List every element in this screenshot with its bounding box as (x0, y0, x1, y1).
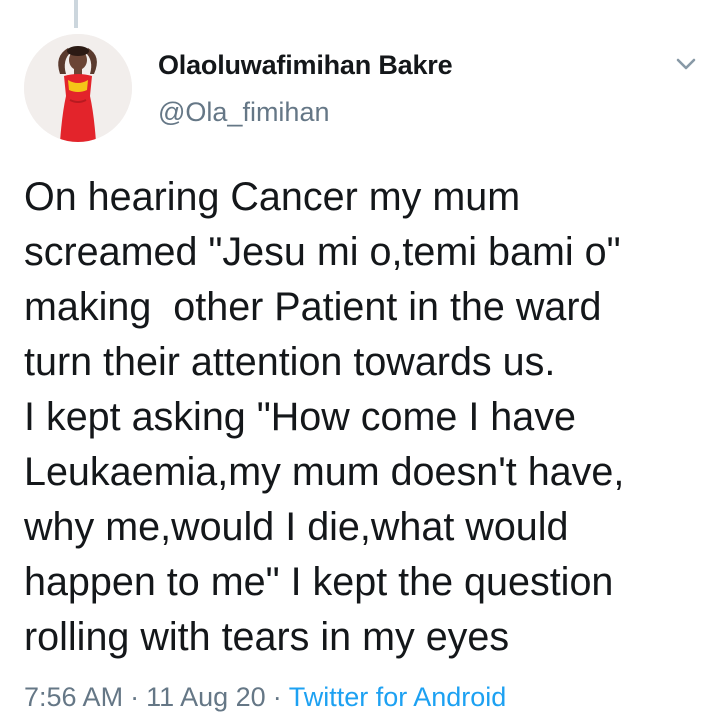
meta-separator: · (272, 682, 282, 712)
tweet-text-line: Leukaemia,my mum doesn't have, (24, 450, 625, 494)
tweet-text-line: why me,would I die,what would (24, 505, 569, 549)
tweet-text-line: rolling with tears in my eyes (24, 615, 510, 659)
profile-photo-icon (24, 34, 132, 142)
chevron-down-icon[interactable] (672, 50, 700, 78)
thread-connector-line (74, 0, 78, 28)
tweet-text: On hearing Cancer my mum screamed "Jesu … (24, 170, 704, 665)
tweet-client-link[interactable]: Twitter for Android (289, 682, 507, 712)
tweet-text-line: turn their attention towards us. (24, 340, 556, 384)
tweet-meta: 7:56 AM · 11 Aug 20 · Twitter for Android (24, 682, 506, 713)
tweet-text-line: happen to me" I kept the question (24, 560, 614, 604)
avatar[interactable] (24, 34, 132, 142)
author-handle[interactable]: @Ola_fimihan (158, 97, 329, 128)
tweet-text-line: On hearing Cancer my mum (24, 175, 521, 219)
author-display-name[interactable]: Olaoluwafimihan Bakre (158, 50, 453, 81)
tweet-date[interactable]: 11 Aug 20 (146, 682, 266, 712)
tweet-text-line: screamed "Jesu mi o,temi bami o" (24, 230, 621, 274)
tweet-time[interactable]: 7:56 AM (24, 682, 123, 712)
tweet-text-line: making other Patient in the ward (24, 285, 602, 329)
tweet-text-line: I kept asking "How come I have (24, 395, 576, 439)
meta-separator: · (130, 682, 140, 712)
